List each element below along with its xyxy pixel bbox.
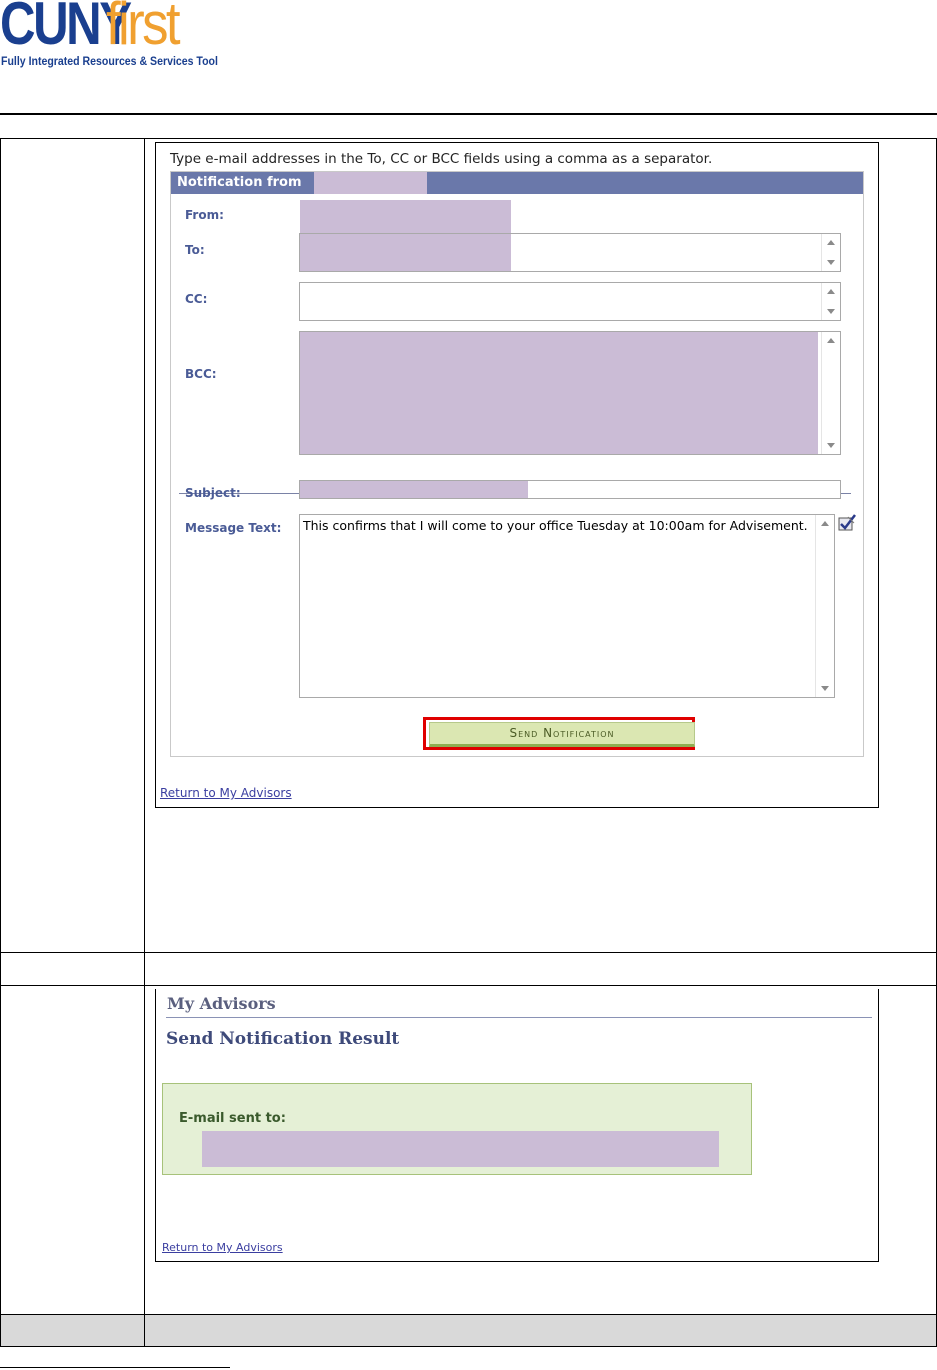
bcc-label: BCC: bbox=[185, 367, 217, 381]
from-field-redacted bbox=[300, 200, 511, 234]
table-column-divider bbox=[144, 138, 145, 1347]
page-subtitle: Send Notification Result bbox=[166, 1029, 400, 1049]
panel-title: Notification from bbox=[177, 175, 302, 190]
scroll-down-icon[interactable] bbox=[827, 443, 835, 448]
to-label: To: bbox=[185, 243, 205, 257]
message-scrollbar[interactable] bbox=[815, 515, 834, 697]
from-label: From: bbox=[185, 208, 224, 222]
scroll-up-icon[interactable] bbox=[827, 240, 835, 245]
redacted-sender-name bbox=[314, 172, 427, 194]
table-border-bottom bbox=[0, 1346, 937, 1347]
subject-label: Subject: bbox=[185, 486, 241, 500]
send-notification-button[interactable]: Send Notification bbox=[429, 722, 695, 747]
scroll-down-icon[interactable] bbox=[827, 309, 835, 314]
bcc-field-redacted bbox=[300, 332, 818, 454]
to-field-redacted bbox=[300, 234, 511, 271]
subject-field-redacted bbox=[300, 481, 528, 498]
table-row-divider bbox=[0, 1314, 937, 1315]
message-textarea[interactable]: This confirms that I will come to your o… bbox=[299, 514, 835, 698]
return-to-advisors-link[interactable]: Return to My Advisors bbox=[160, 786, 292, 800]
footnote-rule bbox=[0, 1367, 230, 1368]
return-to-advisors-link[interactable]: Return to My Advisors bbox=[162, 1241, 283, 1254]
notification-form-screenshot: Type e-mail addresses in the To, CC or B… bbox=[155, 142, 879, 808]
scroll-down-icon[interactable] bbox=[827, 260, 835, 265]
cc-label: CC: bbox=[185, 292, 208, 306]
title-rule bbox=[166, 1017, 872, 1018]
table-row-divider bbox=[0, 985, 937, 986]
message-text: This confirms that I will come to your o… bbox=[303, 518, 808, 533]
send-notification-label: Send Notification bbox=[509, 726, 615, 740]
recipient-redacted bbox=[202, 1131, 719, 1167]
spellcheck-icon[interactable] bbox=[836, 512, 858, 534]
message-label: Message Text: bbox=[185, 521, 282, 535]
scroll-up-icon[interactable] bbox=[821, 521, 829, 526]
cc-field[interactable] bbox=[299, 282, 841, 321]
scroll-up-icon[interactable] bbox=[827, 289, 835, 294]
header-divider bbox=[0, 113, 937, 115]
to-scrollbar[interactable] bbox=[821, 234, 840, 271]
notification-panel: Notification from From: To: CC: BCC: Sub… bbox=[170, 171, 864, 757]
table-footer-row bbox=[0, 1314, 937, 1347]
table-border-top bbox=[0, 138, 937, 139]
scroll-up-icon[interactable] bbox=[827, 338, 835, 343]
panel-header: Notification from bbox=[171, 172, 863, 194]
page-title: My Advisors bbox=[167, 994, 276, 1013]
bcc-field[interactable] bbox=[299, 331, 841, 455]
logo-tagline: Fully Integrated Resources & Services To… bbox=[1, 54, 218, 68]
subject-field[interactable] bbox=[299, 480, 841, 499]
instruction-text: Type e-mail addresses in the To, CC or B… bbox=[170, 151, 713, 167]
notification-result-screenshot: My Advisors Send Notification Result E-m… bbox=[155, 989, 879, 1262]
cc-scrollbar[interactable] bbox=[821, 283, 840, 320]
email-sent-label: E-mail sent to: bbox=[179, 1111, 286, 1126]
to-field[interactable] bbox=[299, 233, 841, 272]
scroll-down-icon[interactable] bbox=[821, 686, 829, 691]
logo-first-text: first bbox=[106, 0, 180, 57]
bcc-scrollbar[interactable] bbox=[821, 332, 840, 454]
table-border-left bbox=[0, 138, 1, 1347]
table-row-divider bbox=[0, 952, 937, 953]
email-sent-box: E-mail sent to: bbox=[162, 1083, 752, 1175]
